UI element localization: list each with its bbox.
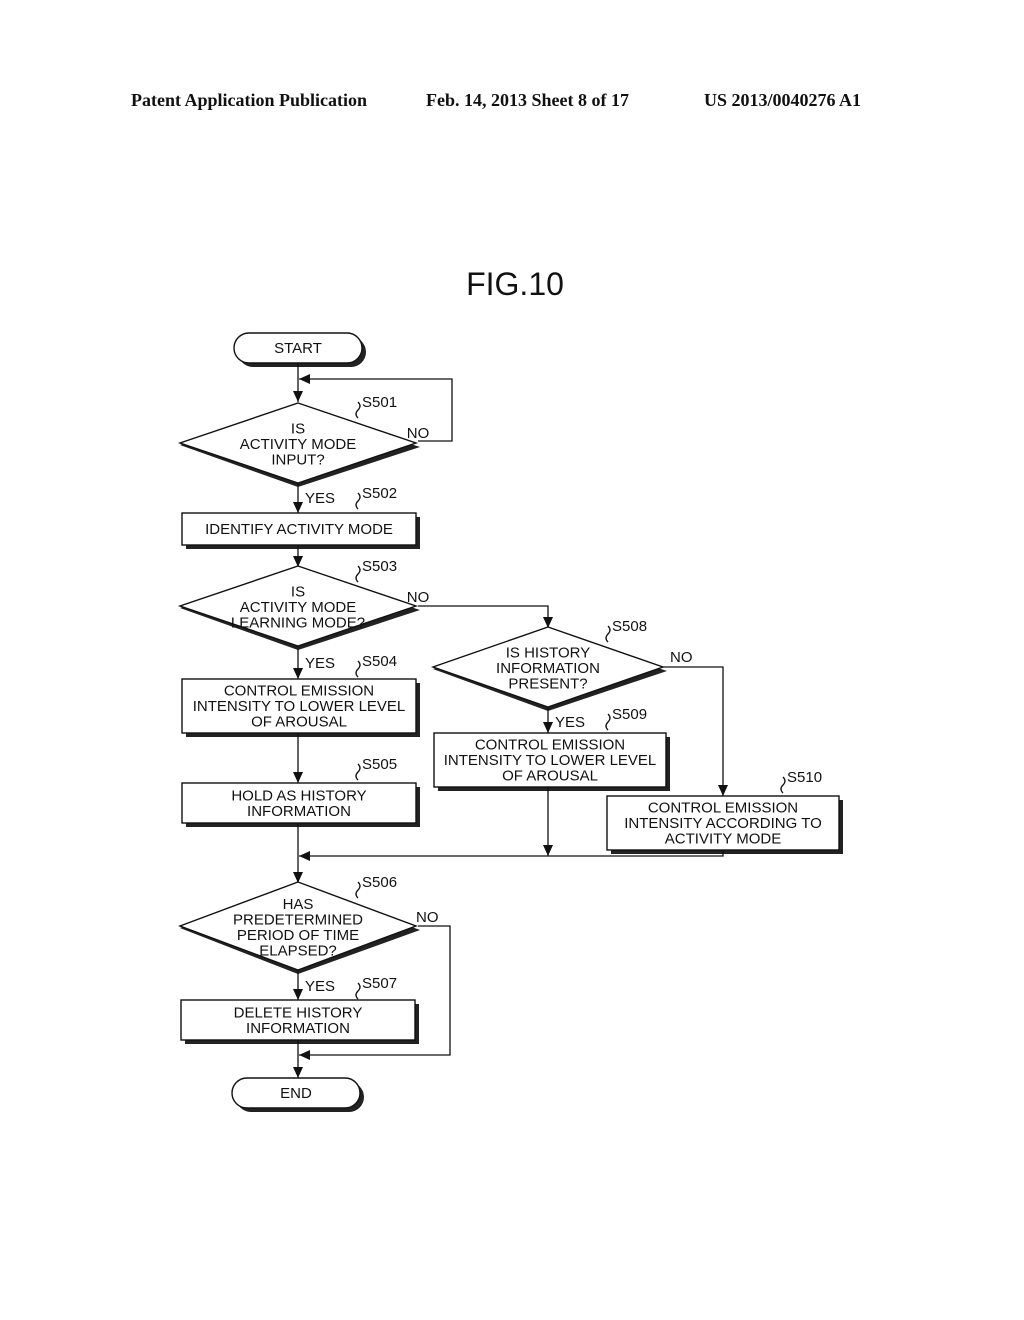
process-s505-line: INFORMATION xyxy=(247,803,351,820)
decision-s503-line: IS xyxy=(291,584,305,601)
step-label-s507: S507 xyxy=(362,975,397,992)
step-leader xyxy=(780,776,786,794)
branch-label-no: NO xyxy=(416,909,439,926)
step-leader xyxy=(355,492,361,510)
step-label-s502: S502 xyxy=(362,485,397,502)
step-label-s506: S506 xyxy=(362,874,397,891)
arrow-down-icon xyxy=(543,722,553,733)
decision-s501-line: INPUT? xyxy=(271,452,324,469)
step-label-s505: S505 xyxy=(362,756,397,773)
arrow-down-icon xyxy=(718,785,728,796)
step-label-s509: S509 xyxy=(612,706,647,723)
step-leader xyxy=(605,625,611,643)
branch-label-yes: YES xyxy=(305,490,335,507)
process-s510-line: ACTIVITY MODE xyxy=(665,831,781,848)
step-label-s504: S504 xyxy=(362,653,397,670)
step-label-s510: S510 xyxy=(787,769,822,786)
arrow-down-icon xyxy=(293,772,303,783)
arrow-down-icon xyxy=(293,502,303,513)
start-terminal-label: START xyxy=(274,340,322,357)
arrow-down-icon xyxy=(293,989,303,1000)
decision-s506-line: HAS xyxy=(283,896,314,913)
arrow-down-icon xyxy=(293,1067,303,1078)
decision-s506-line: PERIOD OF TIME xyxy=(237,927,359,944)
arrow-down-icon xyxy=(293,668,303,679)
decision-s501-line: ACTIVITY MODE xyxy=(240,436,356,453)
step-leader xyxy=(605,713,611,731)
process-s509-line: OF AROUSAL xyxy=(502,768,598,785)
process-s502-line: IDENTIFY ACTIVITY MODE xyxy=(205,521,393,538)
step-leader xyxy=(355,982,361,1000)
arrow-down-icon xyxy=(293,391,303,402)
decision-s503-line: LEARNING MODE? xyxy=(231,615,365,632)
process-s510-line: INTENSITY ACCORDING TO xyxy=(624,815,822,832)
decision-s503-line: ACTIVITY MODE xyxy=(240,599,356,616)
branch-label-no: NO xyxy=(407,425,430,442)
process-s505-line: HOLD AS HISTORY xyxy=(231,787,366,804)
branch-label-yes: YES xyxy=(305,978,335,995)
decision-s508-line: IS HISTORY xyxy=(506,645,590,662)
step-leader xyxy=(355,565,361,583)
arrow-left-icon xyxy=(299,1050,310,1060)
decision-s508-line: INFORMATION xyxy=(496,660,600,677)
decision-s508-line: PRESENT? xyxy=(508,676,587,693)
branch-label-no: NO xyxy=(670,649,693,666)
arrow-down-icon xyxy=(543,845,553,856)
process-s504-line: CONTROL EMISSION xyxy=(224,683,374,700)
step-label-s503: S503 xyxy=(362,558,397,575)
branch-label-no: NO xyxy=(407,589,430,606)
decision-s501-line: IS xyxy=(291,421,305,438)
decision-s506-line: PREDETERMINED xyxy=(233,911,363,928)
step-leader xyxy=(355,660,361,678)
flowchart: STARTISACTIVITY MODEINPUT?S501NOYESIDENT… xyxy=(177,332,843,1112)
process-s509-line: INTENSITY TO LOWER LEVEL xyxy=(444,752,657,769)
step-label-s501: S501 xyxy=(362,394,397,411)
process-s504-line: INTENSITY TO LOWER LEVEL xyxy=(193,698,406,715)
step-leader xyxy=(355,401,361,419)
process-s509-line: CONTROL EMISSION xyxy=(475,737,625,754)
step-leader xyxy=(355,763,361,781)
decision-s506-line: ELAPSED? xyxy=(259,942,337,959)
process-s510-line: CONTROL EMISSION xyxy=(648,800,798,817)
branch-label-yes: YES xyxy=(305,655,335,672)
branch-label-yes: YES xyxy=(555,714,585,731)
step-leader xyxy=(355,881,361,899)
end-terminal-label: END xyxy=(280,1085,312,1102)
arrow-left-icon xyxy=(299,374,310,384)
process-s507-line: INFORMATION xyxy=(246,1020,350,1037)
connector-s508-no xyxy=(663,666,724,796)
connector-s503-no xyxy=(418,605,549,628)
arrow-left-icon xyxy=(299,851,310,861)
process-s507-line: DELETE HISTORY xyxy=(234,1004,363,1021)
step-label-s508: S508 xyxy=(612,618,647,635)
process-s504-line: OF AROUSAL xyxy=(251,714,347,731)
